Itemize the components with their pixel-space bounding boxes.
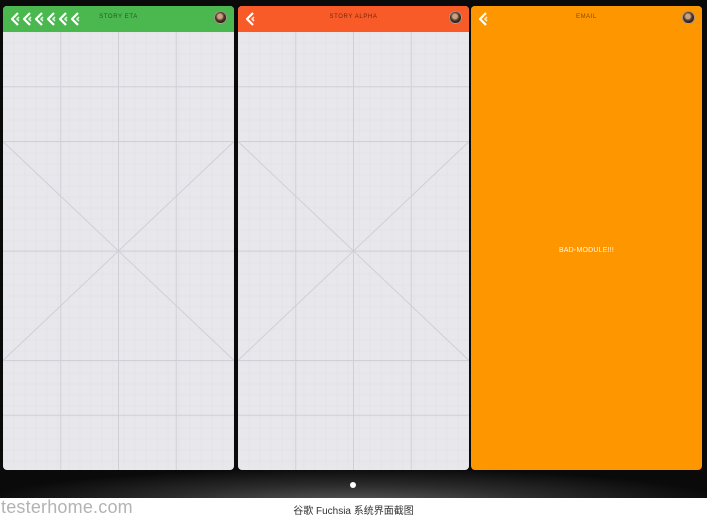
- image-caption: 谷歌 Fuchsia 系统界面截图: [293, 506, 414, 517]
- story-title: STORY ALPHA: [329, 14, 378, 20]
- story-card-header[interactable]: STORY ALPHA: [238, 6, 469, 32]
- avatar[interactable]: [682, 11, 695, 24]
- story-card-email[interactable]: EMAIL BAD-MODULE!!!: [471, 6, 702, 470]
- story-card-eta[interactable]: STORY ETA: [3, 6, 234, 470]
- story-card-alpha[interactable]: STORY ALPHA: [238, 6, 469, 470]
- story-title: EMAIL: [575, 14, 597, 20]
- page-indicator-dot[interactable]: [350, 482, 356, 488]
- story-overview-screen: STORY ETA STORY ALPHA EMAIL BAD-MODULE!!…: [0, 0, 707, 498]
- story-card-header[interactable]: EMAIL: [471, 6, 702, 32]
- error-message: BAD-MODULE!!!: [558, 247, 615, 254]
- avatar[interactable]: [214, 11, 227, 24]
- story-card-header[interactable]: STORY ETA: [3, 6, 234, 32]
- story-title: STORY ETA: [99, 14, 138, 20]
- avatar[interactable]: [449, 11, 462, 24]
- wireframe-placeholder: [238, 32, 469, 470]
- wireframe-placeholder: [3, 32, 234, 470]
